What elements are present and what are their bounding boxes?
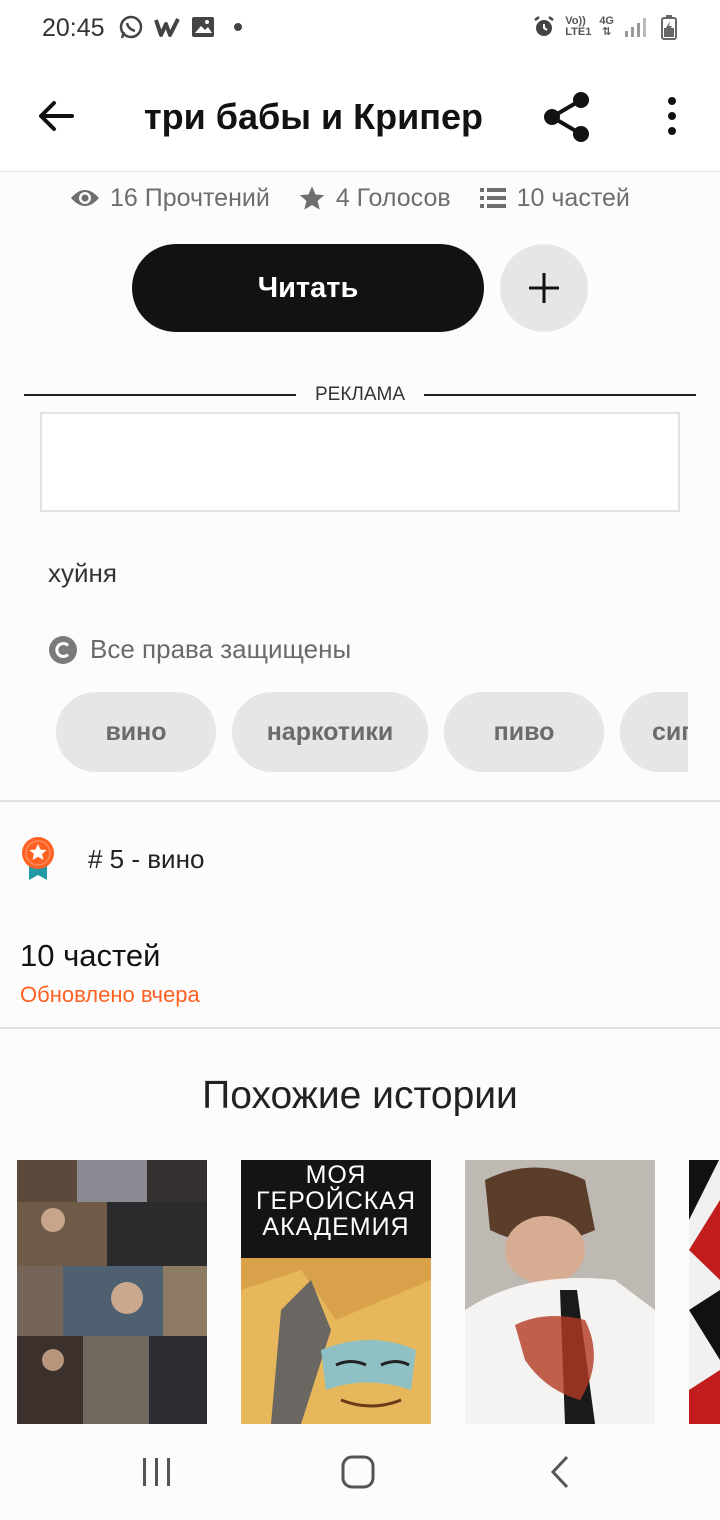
- votes-count: 4 Голосов: [335, 183, 451, 212]
- more-vert-icon: [668, 97, 676, 135]
- data-arrows-icon: ⇅: [602, 26, 612, 38]
- reads-stat: 16 Прочтений: [70, 184, 270, 213]
- rank-badge: [20, 836, 56, 882]
- tag-chip[interactable]: наркотики: [232, 692, 428, 772]
- table-of-contents-count[interactable]: 10 частей: [20, 938, 160, 974]
- votes-stat: 4 Голосов: [298, 184, 451, 213]
- chevron-left-icon: [550, 1455, 569, 1489]
- status-bar: 20:45 Vo)) LTE1 4G ⇅: [0, 0, 720, 60]
- eye-icon: [71, 190, 99, 206]
- battery-icon: [656, 14, 682, 40]
- recent-apps-button[interactable]: [135, 1452, 179, 1492]
- ad-divider-left: [24, 394, 296, 396]
- gallery-icon: [190, 14, 216, 40]
- more-notifications-dot: [234, 23, 242, 31]
- last-updated: Обновлено вчера: [20, 982, 200, 1007]
- section-divider: [0, 1027, 720, 1029]
- cover-title: МОЯ ГЕРОЙСКАЯ АКАДЕМИЯ: [255, 1161, 417, 1241]
- arrow-left-icon: [39, 101, 74, 131]
- copyright-icon: [49, 635, 77, 664]
- rank-text[interactable]: # 5 - вино: [88, 844, 204, 875]
- more-options-button[interactable]: [656, 94, 688, 138]
- ad-divider-right: [424, 394, 696, 396]
- reads-count: 16 Прочтений: [110, 183, 270, 212]
- copyright-info: Все права защищены: [48, 634, 351, 665]
- network-type: 4G ⇅: [599, 16, 614, 38]
- story-title: три бабы и Крипер: [144, 96, 483, 137]
- cover-stripes-image: [689, 1160, 720, 1424]
- star-icon: [299, 186, 325, 210]
- notification-icons: [118, 14, 242, 40]
- similar-stories-heading: Похожие истории: [202, 1074, 518, 1117]
- volte-indicator: Vo)) LTE1: [565, 16, 591, 38]
- signal-icon: [622, 14, 648, 40]
- story-stats: 16 Прочтений 4 Голосов 10 частей: [70, 178, 670, 218]
- home-button[interactable]: [336, 1452, 380, 1492]
- cover-photo-image: [465, 1160, 655, 1424]
- share-icon: [544, 92, 589, 142]
- whatsapp-icon: [118, 14, 144, 40]
- plus-icon: [529, 273, 559, 303]
- ad-label: РЕКЛАМА: [314, 384, 406, 405]
- home-icon: [341, 1455, 375, 1489]
- ranking-medal-icon: [22, 837, 54, 880]
- tags-carousel[interactable]: вино наркотики пиво сигареты: [56, 692, 688, 772]
- list-icon: [479, 188, 506, 208]
- story-cover[interactable]: [465, 1160, 655, 1424]
- similar-stories-carousel[interactable]: МОЯ ГЕРОЙСКАЯ АКАДЕМИЯ: [17, 1160, 720, 1424]
- story-cover[interactable]: [17, 1160, 207, 1424]
- cover-collage-image: [17, 1160, 207, 1424]
- tag-chip[interactable]: вино: [56, 692, 216, 772]
- system-icons: Vo)) LTE1 4G ⇅: [531, 14, 682, 40]
- ad-banner[interactable]: [40, 412, 680, 512]
- recent-apps-icon: [143, 1458, 170, 1486]
- add-to-library-button[interactable]: [500, 244, 588, 332]
- story-cover[interactable]: МОЯ ГЕРОЙСКАЯ АКАДЕМИЯ: [241, 1160, 431, 1424]
- story-description: хуйня: [48, 558, 117, 588]
- status-time: 20:45: [42, 14, 105, 42]
- read-button[interactable]: Читать: [132, 244, 484, 332]
- wattpad-icon: [154, 14, 180, 40]
- tag-chip[interactable]: сигареты: [620, 692, 688, 772]
- section-divider: [0, 800, 720, 802]
- parts-count-stat: 10 частей: [516, 183, 630, 212]
- volte-bottom: LTE1: [565, 26, 592, 38]
- copyright-text: Все права защищены: [90, 634, 352, 664]
- share-button[interactable]: [540, 90, 594, 144]
- story-toolbar: три бабы и Крипер: [0, 60, 720, 172]
- system-navigation-bar: [0, 1424, 720, 1520]
- story-cover[interactable]: [689, 1160, 720, 1424]
- system-back-button[interactable]: [538, 1452, 582, 1492]
- parts-stat: 10 частей: [479, 184, 630, 213]
- back-button[interactable]: [34, 94, 78, 138]
- tags-list: вино наркотики пиво сигареты: [56, 692, 688, 772]
- tag-chip[interactable]: пиво: [444, 692, 604, 772]
- alarm-icon: [531, 14, 557, 40]
